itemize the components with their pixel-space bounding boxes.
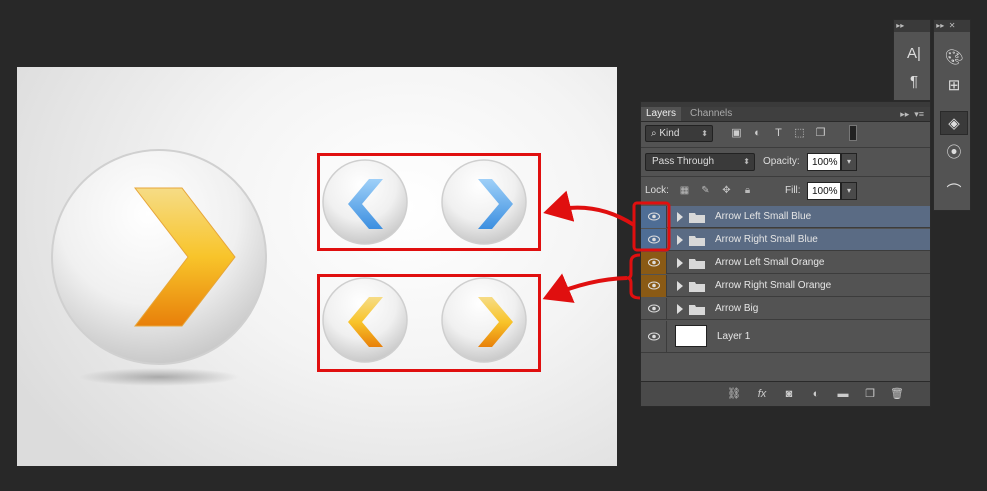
annotation-arrow-blue [543, 190, 636, 227]
annotation-bracket [626, 253, 641, 300]
annotation-arrow-orange [542, 273, 628, 303]
annotation-eye-box [632, 201, 671, 252]
annotation-overlay [542, 190, 671, 303]
